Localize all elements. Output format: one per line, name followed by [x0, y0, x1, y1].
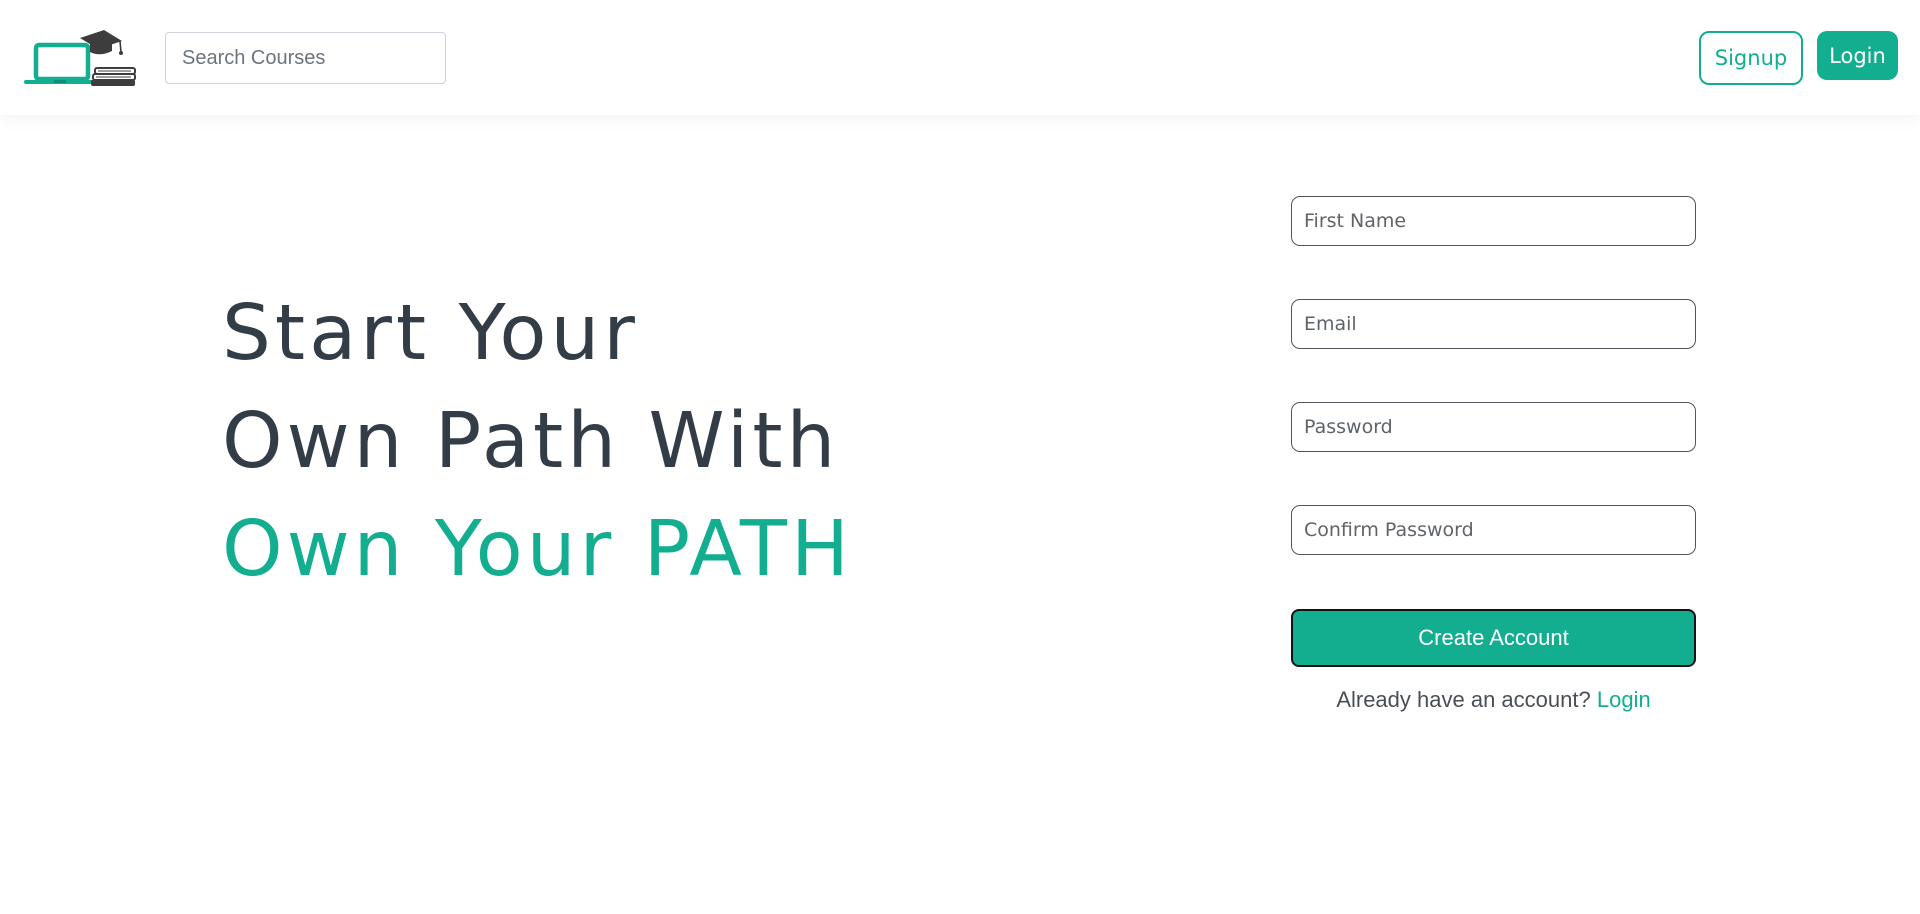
hero-line-1: Start Your	[222, 289, 639, 378]
signup-button[interactable]: Signup	[1699, 31, 1803, 85]
email-field[interactable]	[1291, 299, 1696, 349]
login-prompt: Already have an account? Login	[1291, 687, 1696, 713]
login-link[interactable]: Login	[1597, 687, 1651, 712]
search-courses-input[interactable]	[165, 32, 446, 84]
signup-form: Create Account Already have an account? …	[1291, 196, 1696, 713]
login-button[interactable]: Login	[1817, 31, 1898, 80]
confirm-password-field[interactable]	[1291, 505, 1696, 555]
login-prompt-text: Already have an account?	[1336, 687, 1591, 712]
hero-line-2: Own Path With	[222, 397, 840, 486]
hero-line-3-accent: Own Your PATH	[222, 505, 853, 594]
top-navbar: Signup Login	[0, 0, 1920, 115]
create-account-button[interactable]: Create Account	[1291, 609, 1696, 667]
logo-laptop-graduation-books-icon[interactable]	[22, 30, 142, 90]
hero-heading: Start Your Own Path With Own Your PATH	[222, 280, 922, 604]
password-field[interactable]	[1291, 402, 1696, 452]
first-name-field[interactable]	[1291, 196, 1696, 246]
